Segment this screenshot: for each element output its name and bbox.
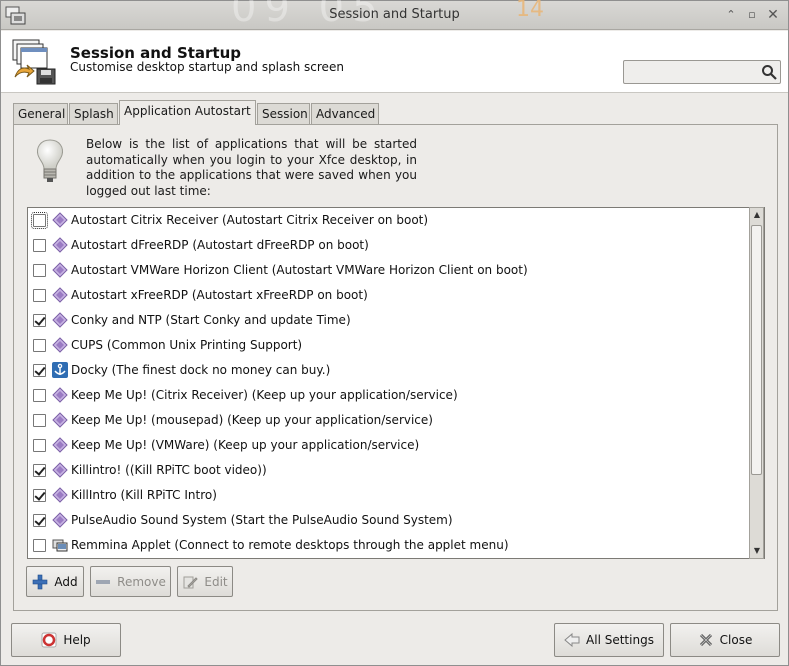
window-title: Session and Startup	[329, 7, 460, 22]
app-label: Keep Me Up! (Citrix Receiver) (Keep up y…	[71, 388, 458, 402]
autostart-checkbox[interactable]	[33, 264, 46, 277]
generic-app-icon	[52, 237, 68, 253]
autostart-checkbox[interactable]	[33, 514, 46, 527]
app-label: Conky and NTP (Start Conky and update Ti…	[71, 313, 351, 327]
minus-icon	[96, 579, 111, 584]
autostart-checkbox[interactable]	[33, 339, 46, 352]
autostart-checkbox[interactable]	[33, 389, 46, 402]
list-item[interactable]: Autostart xFreeRDP (Autostart xFreeRDP o…	[28, 283, 748, 308]
add-button[interactable]: Add	[26, 566, 84, 597]
app-label: Autostart xFreeRDP (Autostart xFreeRDP o…	[71, 288, 368, 302]
app-label: Autostart Citrix Receiver (Autostart Cit…	[71, 213, 429, 227]
scroll-up-icon[interactable]: ▲	[751, 209, 763, 221]
session-startup-window: 09 05 14 Session and Startup ⌃ ▫ ✕ Sessi…	[0, 0, 789, 666]
autostart-checkbox[interactable]	[33, 314, 46, 327]
close-button[interactable]: Close	[670, 623, 780, 657]
list-item[interactable]: PulseAudio Sound System (Start the Pulse…	[28, 508, 748, 533]
app-label: PulseAudio Sound System (Start the Pulse…	[71, 513, 453, 527]
list-item[interactable]: Keep Me Up! (VMWare) (Keep up your appli…	[28, 433, 748, 458]
generic-app-icon	[52, 487, 68, 503]
plus-icon	[33, 574, 48, 589]
app-label: Killintro! ((Kill RPiTC boot video))	[71, 463, 267, 477]
list-item[interactable]: Autostart Citrix Receiver (Autostart Cit…	[28, 208, 748, 233]
autostart-checkbox[interactable]	[33, 439, 46, 452]
list-item[interactable]: Remmina Applet (Connect to remote deskto…	[28, 533, 748, 558]
autostart-checkbox[interactable]	[33, 539, 46, 552]
tab-application-autostart[interactable]: Application Autostart	[119, 100, 256, 125]
remove-button[interactable]: Remove	[90, 566, 171, 597]
back-arrow-icon	[564, 632, 580, 648]
close-label: Close	[719, 633, 753, 647]
autostart-checkbox[interactable]	[33, 239, 46, 252]
app-label: CUPS (Common Unix Printing Support)	[71, 338, 303, 352]
generic-app-icon	[52, 462, 68, 478]
generic-app-icon	[52, 512, 68, 528]
app-label: Remmina Applet (Connect to remote deskto…	[71, 538, 509, 552]
autostart-checkbox[interactable]	[33, 364, 46, 377]
generic-app-icon	[52, 387, 68, 403]
edit-button[interactable]: Edit	[177, 566, 233, 597]
generic-app-icon	[52, 262, 68, 278]
generic-app-icon	[52, 212, 68, 228]
list-item[interactable]: Conky and NTP (Start Conky and update Ti…	[28, 308, 748, 333]
docky-anchor-icon	[52, 362, 68, 378]
close-window-icon[interactable]: ✕	[765, 7, 781, 23]
list-item[interactable]: Autostart VMWare Horizon Client (Autosta…	[28, 258, 748, 283]
edit-label: Edit	[204, 574, 228, 589]
autostart-checkbox[interactable]	[33, 289, 46, 302]
shade-icon[interactable]: ⌃	[723, 7, 739, 23]
list-item[interactable]: Keep Me Up! (Citrix Receiver) (Keep up y…	[28, 383, 748, 408]
remove-label: Remove	[117, 574, 166, 589]
help-label: Help	[63, 633, 91, 647]
app-label: Autostart dFreeRDP (Autostart dFreeRDP o…	[71, 238, 369, 252]
list-item[interactable]: Killintro! ((Kill RPiTC boot video))	[28, 458, 748, 483]
generic-app-icon	[52, 287, 68, 303]
autostart-checkbox[interactable]	[33, 464, 46, 477]
add-label: Add	[54, 574, 78, 589]
list-item[interactable]: Docky (The finest dock no money can buy.…	[28, 358, 748, 383]
all-settings-label: All Settings	[586, 633, 654, 647]
generic-app-icon	[52, 437, 68, 453]
scroll-down-icon[interactable]: ▼	[751, 545, 763, 557]
app-label: Keep Me Up! (VMWare) (Keep up your appli…	[71, 438, 420, 452]
list-item[interactable]: CUPS (Common Unix Printing Support)	[28, 333, 748, 358]
tab-advanced[interactable]: Advanced	[311, 103, 379, 125]
remmina-icon	[52, 537, 68, 553]
all-settings-button[interactable]: All Settings	[554, 623, 664, 657]
autostart-checkbox[interactable]	[33, 489, 46, 502]
generic-app-icon	[52, 312, 68, 328]
app-label: Keep Me Up! (mousepad) (Keep up your app…	[71, 413, 433, 427]
scrollbar-thumb[interactable]	[751, 225, 762, 475]
help-button[interactable]: Help	[11, 623, 121, 657]
app-label: KillIntro (Kill RPiTC Intro)	[71, 488, 217, 502]
app-label: Autostart VMWare Horizon Client (Autosta…	[71, 263, 528, 277]
tab-general[interactable]: General	[13, 103, 68, 125]
list-item[interactable]: Autostart dFreeRDP (Autostart dFreeRDP o…	[28, 233, 748, 258]
search-input[interactable]	[623, 60, 781, 84]
generic-app-icon	[52, 337, 68, 353]
list-item[interactable]: Keep Me Up! (mousepad) (Keep up your app…	[28, 408, 748, 433]
close-x-icon	[699, 633, 712, 647]
list-item[interactable]: KillIntro (Kill RPiTC Intro)	[28, 483, 748, 508]
session-startup-icon	[12, 39, 56, 85]
autostart-app-list[interactable]: Autostart Citrix Receiver (Autostart Cit…	[27, 207, 765, 559]
header-subtitle: Customise desktop startup and splash scr…	[70, 60, 344, 74]
search-icon[interactable]	[761, 64, 777, 80]
tab-session[interactable]: Session	[257, 103, 310, 125]
maximize-icon[interactable]: ▫	[744, 7, 760, 23]
autostart-checkbox[interactable]	[33, 414, 46, 427]
autostart-description: Below is the list of applications that w…	[86, 137, 417, 198]
title-bar[interactable]: 09 05 14 Session and Startup ⌃ ▫ ✕	[1, 0, 788, 31]
list-scrollbar[interactable]: ▲ ▼	[749, 207, 764, 559]
tab-splash[interactable]: Splash	[69, 103, 118, 125]
edit-pencil-icon	[183, 576, 199, 588]
generic-app-icon	[52, 412, 68, 428]
lightbulb-icon	[37, 139, 63, 182]
autostart-checkbox[interactable]	[31, 212, 48, 229]
app-label: Docky (The finest dock no money can buy.…	[71, 363, 331, 377]
help-lifebuoy-icon	[41, 632, 57, 648]
